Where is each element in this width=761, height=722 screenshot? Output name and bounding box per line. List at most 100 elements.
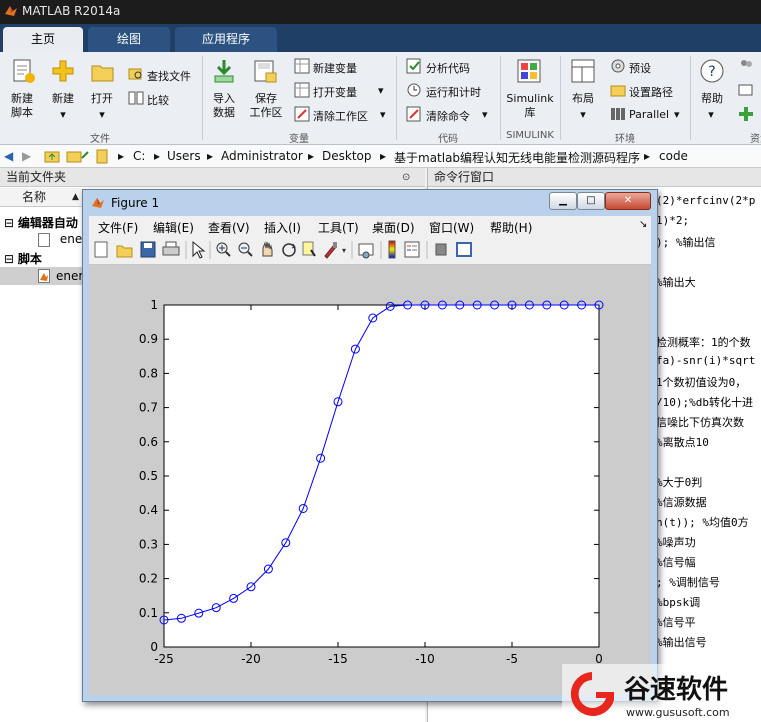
clear-workspace-icon [294, 106, 310, 122]
figure-menu-bar: 文件(F) 编辑(E) 查看(V) 插入(I) 工具(T) 桌面(D) 窗口(W… [89, 216, 651, 236]
layout-button[interactable]: 布局 [564, 92, 602, 106]
help-chevron-down-icon[interactable]: ▾ [704, 108, 718, 122]
matlab-script-icon [38, 269, 50, 283]
parallel-button[interactable]: Parallel [629, 108, 669, 121]
new-button[interactable]: 新建 [44, 92, 82, 106]
open-dropdown-chevron-down-icon[interactable]: ▾ [95, 108, 109, 122]
browse-folder-icon[interactable] [66, 148, 90, 164]
open-variable-chevron-down-icon[interactable]: ▾ [378, 84, 384, 97]
breadcrumb-separator: ▸ [154, 149, 161, 163]
analyze-code-button[interactable]: 分析代码 [426, 60, 470, 76]
compare-button[interactable]: 比较 [147, 92, 169, 108]
tree-group-editor-autosave[interactable]: ⊟ 编辑器自动 [4, 214, 78, 231]
file-list-item[interactable]: ener [38, 232, 87, 247]
menu-file[interactable]: 文件(F) [98, 219, 138, 236]
tree-group-scripts[interactable]: ⊟ 脚本 [4, 250, 42, 267]
figure-canvas[interactable]: -25 -20 -15 -10 -5 0 0 0.1 0.2 0.3 0.4 0.5 0.6 0.7 0.8… [89, 265, 651, 695]
run-and-time-button[interactable]: 运行和计时 [426, 84, 481, 100]
menu-tools[interactable]: 工具(T) [318, 219, 359, 236]
menu-insert[interactable]: 插入(I) [264, 219, 301, 236]
section-label-code: 代码 [438, 134, 458, 145]
clear-commands-chevron-down-icon[interactable]: ▾ [482, 108, 488, 121]
sort-up-icon: ▲ [72, 192, 79, 202]
parallel-chevron-down-icon[interactable]: ▾ [674, 108, 680, 121]
clear-workspace-chevron-down-icon[interactable]: ▾ [380, 108, 386, 121]
set-path-button[interactable]: 设置路径 [629, 84, 673, 100]
back-arrow-icon[interactable]: ◀ [4, 149, 13, 163]
x-tick-label: -20 [241, 652, 261, 666]
help-button[interactable]: 帮助 [694, 92, 730, 106]
breadcrumb-c-drive[interactable]: C: [133, 149, 145, 163]
folder-icon [96, 149, 108, 164]
save-workspace-button[interactable]: 保存 工作区 [244, 92, 288, 120]
panel-menu-chevron-down-icon[interactable]: ⊙ [402, 169, 410, 187]
figure-toolbar: ▾ [89, 236, 651, 265]
preferences-button[interactable]: 预设 [629, 60, 651, 76]
simulink-library-button[interactable]: Simulink 库 [502, 92, 558, 120]
import-data-button[interactable]: 导入 数据 [204, 92, 244, 120]
breadcrumb-desktop[interactable]: Desktop [322, 149, 372, 163]
breadcrumb-separator: ▸ [644, 149, 651, 163]
menu-dock-arrow-icon[interactable]: ↘ [639, 219, 647, 230]
column-header-name[interactable]: 名称 ▲ [0, 188, 82, 207]
up-folder-icon[interactable] [44, 148, 60, 164]
insert-legend-icon [404, 241, 420, 258]
new-variable-button[interactable]: 新建变量 [313, 60, 357, 76]
zoom-in-icon [216, 242, 231, 257]
current-folder-header: 当前文件夹 ⊙ [0, 168, 425, 187]
menu-help[interactable]: 帮助(H) [490, 219, 532, 236]
minimize-button[interactable]: ▁ [549, 192, 577, 210]
file-list-item-selected[interactable]: ener [0, 267, 83, 285]
layout-icon [571, 59, 595, 83]
run-and-time-icon [407, 83, 421, 97]
clear-commands-button[interactable]: 清除命令 [426, 108, 470, 124]
figure-window[interactable]: Figure 1 ▁ □ ✕ 文件(F) 编辑(E) 查看(V) 插入(I) 工… [82, 189, 658, 702]
section-label-resources: 资源 [750, 134, 761, 145]
show-plot-tools-icon [456, 242, 472, 257]
print-figure-icon [162, 241, 180, 256]
command-line: %bpsk调 [656, 596, 701, 609]
new-dropdown-chevron-down-icon[interactable]: ▾ [56, 108, 70, 122]
figure-toolbar-icons: ▾ [94, 240, 472, 259]
current-folder-address-bar[interactable]: ◀ ▶ ▸ C: ▸ Users ▸ Administrator ▸ Deskt… [0, 145, 761, 168]
breadcrumb-users[interactable]: Users [167, 149, 201, 163]
insert-colorbar-icon [388, 240, 396, 259]
breadcrumb-project-folder[interactable]: 基于matlab编程认知无线电能量检测源码程序 [394, 149, 640, 166]
preferences-gear-icon [611, 59, 625, 73]
y-tick-label: 0 [150, 640, 158, 654]
clear-workspace-button[interactable]: 清除工作区 [313, 108, 368, 124]
new-variable-icon [294, 58, 310, 74]
command-line: 1)*2; [656, 214, 690, 227]
help-question-icon: ? [700, 59, 724, 83]
layout-chevron-down-icon[interactable]: ▾ [576, 108, 590, 122]
breadcrumb-separator: ▸ [308, 149, 315, 163]
command-line: 信噪比下仿真次数 [656, 416, 744, 429]
find-files-button[interactable]: 查找文件 [147, 68, 191, 84]
open-button[interactable]: 打开 [84, 92, 120, 106]
line-plot[interactable]: -25 -20 -15 -10 -5 000.10.20.30.40.50.60.70.8… [89, 265, 651, 695]
command-line: ); %输出信 [656, 236, 716, 249]
menu-window[interactable]: 窗口(W) [429, 219, 474, 236]
command-line: %信源数据 [656, 496, 707, 509]
figure-title-bar[interactable]: Figure 1 ▁ □ ✕ [83, 190, 657, 216]
ribbon-tab-strip: 主页 绘图 应用程序 [0, 24, 761, 52]
command-line: /10);%db转化十进 [656, 396, 753, 409]
tab-apps[interactable]: 应用程序 [175, 27, 277, 52]
y-tick-label: 0.1 [139, 606, 158, 620]
open-variable-button[interactable]: 打开变量 [313, 84, 357, 100]
maximize-button[interactable]: □ [577, 192, 605, 210]
rotate-3d-icon [282, 243, 296, 257]
close-button[interactable]: ✕ [605, 192, 651, 210]
forward-arrow-icon[interactable]: ▶ [22, 149, 31, 163]
tab-home[interactable]: 主页 [3, 27, 83, 52]
menu-desktop[interactable]: 桌面(D) [372, 219, 415, 236]
menu-edit[interactable]: 编辑(E) [153, 219, 194, 236]
menu-view[interactable]: 查看(V) [208, 219, 250, 236]
breadcrumb-code[interactable]: code [659, 149, 688, 163]
tab-plots[interactable]: 绘图 [88, 27, 170, 52]
new-script-button[interactable]: 新建 脚本 [2, 92, 42, 120]
command-line: %输出信号 [656, 636, 707, 649]
breadcrumb-administrator[interactable]: Administrator [221, 149, 303, 163]
parallel-icon [611, 108, 625, 120]
y-tick-label: 0.6 [139, 435, 158, 449]
